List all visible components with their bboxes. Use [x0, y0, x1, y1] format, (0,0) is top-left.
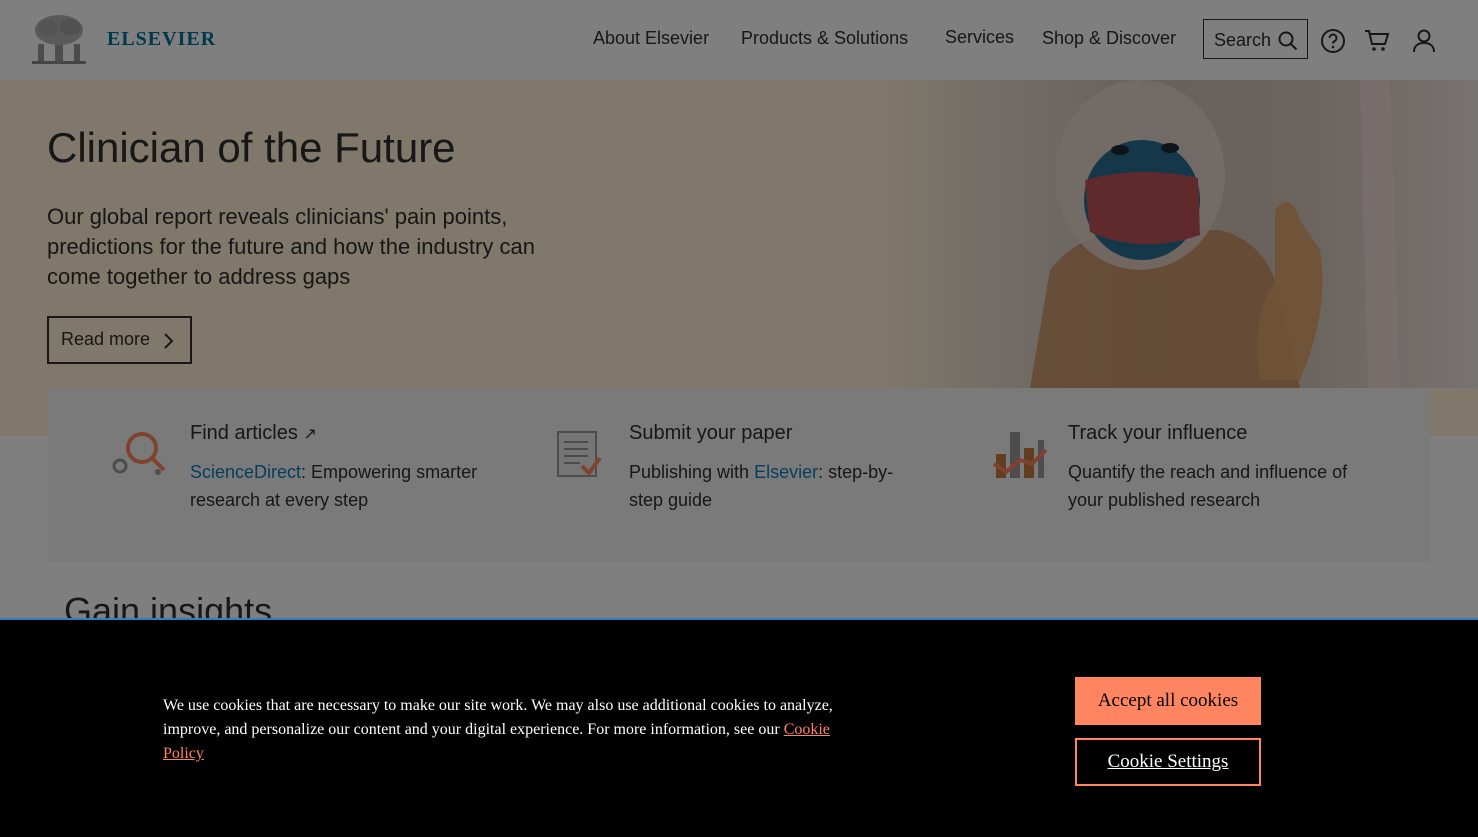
cookie-message: We use cookies that are necessary to mak… [163, 694, 863, 766]
cookie-settings-button[interactable]: Cookie Settings [1075, 738, 1261, 786]
page: ELSEVIER About Elsevier Products & Solut… [0, 0, 1478, 837]
cookie-banner: We use cookies that are necessary to mak… [0, 618, 1478, 837]
cookie-message-text: We use cookies that are necessary to mak… [163, 697, 833, 738]
modal-backdrop [0, 0, 1478, 618]
accept-all-cookies-button[interactable]: Accept all cookies [1075, 677, 1261, 725]
